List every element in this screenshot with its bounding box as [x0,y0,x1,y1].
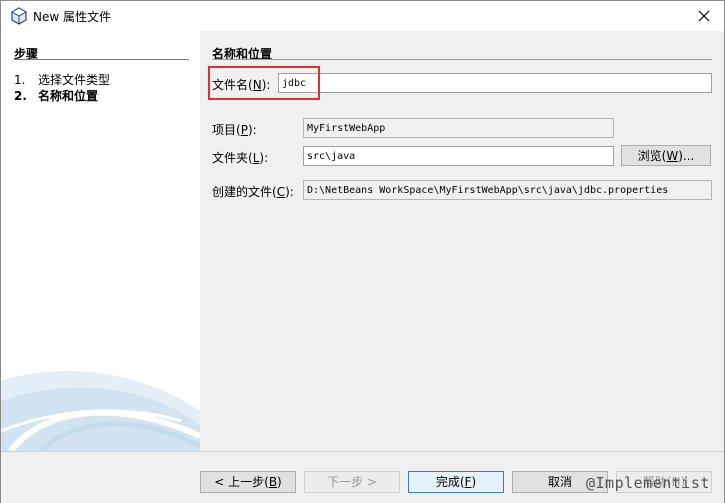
step-item-choose-type: 1. 选择文件类型 [14,71,110,88]
project-label: 项目(P): [212,123,257,137]
created-file-field: D:\NetBeans WorkSpace\MyFirstWebApp\src\… [303,180,712,200]
watermark-text: @Implementist [586,474,710,492]
decorative-swoosh-graphic [1,371,200,451]
finish-button[interactable]: 完成(F) [408,471,504,493]
steps-panel: 步骤 1. 选择文件类型 2. 名称和位置 [1,31,200,451]
step-number: 1. [14,73,26,87]
window-title: New 属性文件 [33,10,111,24]
form-panel: 名称和位置 文件名(N): jdbc 项目(P): MyFirstWebApp … [200,31,724,451]
section-divider [212,59,712,60]
browse-button[interactable]: 浏览(W)... [621,145,711,166]
title-bar: New 属性文件 [1,1,724,31]
next-button[interactable]: 下一步 > [304,471,400,493]
step-number: 2. [14,89,27,103]
dialog-window: New 属性文件 步骤 1. 选择文件类型 2. 名称和位置 名称和位置 文件名(N… [0,0,725,503]
steps-divider [14,59,189,60]
project-field: MyFirstWebApp [303,118,614,138]
button-bar: < 上一步(B) 下一步 > 完成(F) 取消 帮助(H) @Implement… [1,451,724,503]
folder-input[interactable]: src\java [303,146,614,166]
step-label: 名称和位置 [38,89,99,103]
step-item-name-location: 2. 名称和位置 [14,87,98,104]
file-name-input[interactable]: jdbc [278,73,712,93]
highlight-box [208,66,320,100]
close-icon [698,10,710,22]
back-button[interactable]: < 上一步(B) [200,471,296,493]
close-button[interactable] [684,1,724,31]
created-file-label: 创建的文件(C): [212,185,294,199]
netbeans-cube-icon [10,7,28,25]
folder-label: 文件夹(L): [212,151,269,165]
step-label: 选择文件类型 [38,73,111,87]
